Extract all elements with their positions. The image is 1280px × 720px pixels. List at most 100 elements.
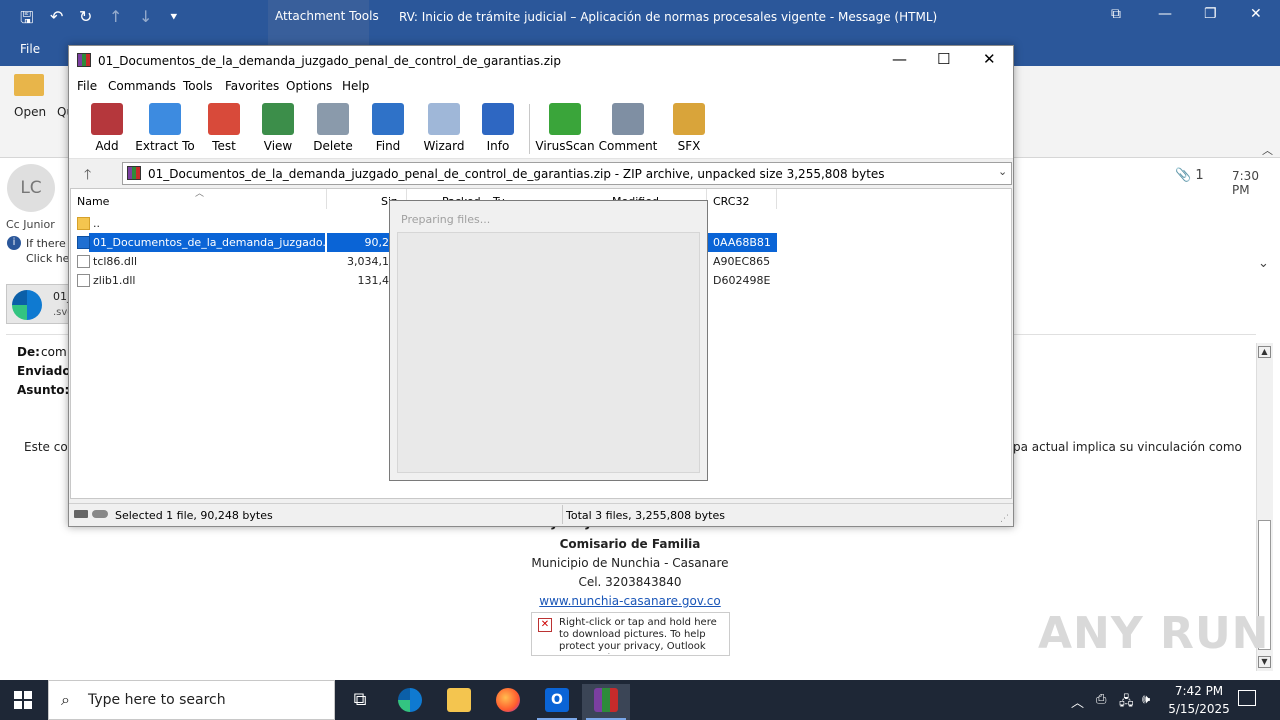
toolbar-label: Test — [212, 139, 236, 153]
cc-line: Cc Junior — [6, 218, 55, 231]
winrar-maximize-icon[interactable]: ☐ — [937, 50, 950, 68]
customize-qat-icon[interactable]: ⯆ — [169, 10, 179, 25]
dll-file-icon — [77, 274, 90, 287]
resize-grip-icon[interactable]: ⋰ — [1000, 514, 1009, 524]
scroll-up-icon[interactable]: ▲ — [1258, 346, 1271, 358]
toolbar-label: Extract To — [135, 139, 195, 153]
toolbar-view-button[interactable]: View — [248, 100, 308, 156]
ribbon-display-icon[interactable]: ⧉ — [1111, 6, 1121, 22]
toolbar-label: Delete — [313, 139, 353, 153]
edge-icon — [398, 688, 422, 712]
minimize-icon[interactable]: — — [1158, 6, 1172, 22]
sent-label: Enviado: — [17, 364, 76, 378]
menu-options[interactable]: Options — [286, 79, 332, 93]
menu-help[interactable]: Help — [342, 79, 369, 93]
from-label: De: — [17, 345, 40, 359]
winrar-title: 01_Documentos_de_la_demanda_juzgado_pena… — [98, 54, 561, 68]
dll-file-icon — [77, 255, 90, 268]
taskbar-edge[interactable] — [386, 684, 434, 720]
key-icon[interactable] — [92, 510, 108, 518]
up-one-level-icon[interactable]: 🡑 — [84, 164, 91, 188]
file-size: 3,034,1 — [347, 255, 389, 268]
toolbar-wizard-button[interactable]: Wizard — [414, 100, 474, 156]
toolbar-find-button[interactable]: Find — [358, 100, 418, 156]
toolbar-label: VirusScan — [535, 139, 595, 153]
device-icon[interactable]: ⎙ — [1096, 692, 1106, 707]
file-name: zlib1.dll — [93, 274, 136, 287]
open-folder-icon[interactable] — [14, 74, 44, 96]
taskbar-file-explorer[interactable] — [435, 684, 483, 720]
close-icon[interactable]: ✕ — [1250, 6, 1262, 22]
menu-favorites[interactable]: Favorites — [225, 79, 279, 93]
test-icon — [208, 103, 240, 135]
search-placeholder: Type here to search — [88, 692, 226, 708]
toolbar-separator — [529, 104, 530, 154]
windows-logo-pane — [24, 691, 32, 699]
info-bar-link[interactable]: Click her — [26, 252, 74, 265]
task-view-icon: ⧉ — [353, 689, 367, 710]
winrar-minimize-icon[interactable]: — — [892, 50, 907, 68]
toolbar-delete-button[interactable]: Delete — [303, 100, 363, 156]
task-view-button[interactable]: ⧉ — [336, 684, 384, 720]
toolbar-comment-button[interactable]: Comment — [598, 100, 658, 156]
clock-time[interactable]: 7:42 PM — [1170, 684, 1228, 698]
save-icon[interactable]: 🖫 — [20, 7, 34, 34]
taskbar-winrar[interactable] — [582, 684, 630, 720]
menu-commands[interactable]: Commands — [108, 79, 176, 93]
menu-tools[interactable]: Tools — [183, 79, 213, 93]
message-title: RV: Inicio de trámite judicial – Aplicac… — [399, 10, 938, 24]
column-header-name[interactable]: Name — [77, 195, 109, 208]
toolbar-extract-to-button[interactable]: Extract To — [135, 100, 195, 156]
expand-header-icon[interactable]: ⌄ — [1258, 256, 1269, 271]
taskbar-firefox[interactable] — [484, 684, 532, 720]
show-hidden-icons-icon[interactable]: ︿ — [1071, 692, 1084, 711]
start-button[interactable] — [14, 691, 32, 709]
collapse-ribbon-icon[interactable]: ︿ — [1262, 142, 1273, 158]
clock-date[interactable]: 5/15/2025 — [1166, 702, 1232, 716]
volume-icon[interactable]: 🕪 — [1142, 692, 1150, 707]
toolbar-add-button[interactable]: Add — [77, 100, 137, 156]
firefox-icon — [496, 688, 520, 712]
preparing-files-area — [397, 232, 700, 473]
signature-website-link[interactable]: www.nunchia-casanare.gov.co — [0, 594, 1260, 608]
file-crc32: 0AA68B81 — [713, 236, 771, 249]
status-selected: Selected 1 file, 90,248 bytes — [115, 509, 273, 522]
down-icon[interactable]: ↓ — [139, 7, 152, 26]
find-icon — [372, 103, 404, 135]
toolbar-label: SFX — [677, 139, 701, 153]
file-tab[interactable]: File — [20, 42, 40, 56]
toolbar-label: Add — [95, 139, 119, 153]
notification-icon[interactable] — [1238, 690, 1256, 706]
from-value: com — [41, 345, 67, 359]
paperclip-icon: 📎 1 — [1175, 168, 1204, 183]
column-header-crc32[interactable]: CRC32 — [713, 195, 749, 208]
redo-icon[interactable]: ↻ — [79, 7, 92, 26]
address-dropdown-icon[interactable]: ⌄ — [998, 165, 1007, 178]
open-button[interactable]: Open — [14, 105, 46, 119]
toolbar-info-button[interactable]: Info — [468, 100, 528, 156]
svg-file-icon — [77, 236, 90, 249]
file-size: 90,2 — [364, 236, 390, 249]
maximize-icon[interactable]: ❐ — [1204, 6, 1217, 22]
toolbar-virusscan-button[interactable]: VirusScan — [535, 100, 595, 156]
winrar-close-icon[interactable]: ✕ — [983, 50, 996, 68]
signature-role: Comisario de Familia — [559, 537, 701, 551]
winrar-app-icon — [77, 53, 91, 67]
up-icon[interactable]: ↑ — [109, 7, 122, 26]
undo-icon[interactable]: ↶ — [50, 7, 63, 26]
file-crc32: D602498E — [713, 274, 771, 287]
address-text: 01_Documentos_de_la_demanda_juzgado_pena… — [148, 167, 885, 181]
toolbar-sfx-button[interactable]: SFX — [659, 100, 719, 156]
windows-logo-pane — [24, 701, 32, 709]
toolbar-label: Info — [486, 139, 510, 153]
menu-file[interactable]: File — [77, 79, 97, 93]
column-divider — [326, 189, 327, 209]
signature-municipality: Municipio de Nunchia - Casanare — [531, 556, 729, 570]
network-icon[interactable]: 🖧 — [1119, 692, 1134, 714]
windows-logo-icon — [14, 691, 22, 699]
drive-icon[interactable] — [74, 510, 88, 518]
taskbar-outlook[interactable]: O — [533, 684, 581, 720]
file-name: tcl86.dll — [93, 255, 138, 268]
file-name: 01_Documentos_de_la_demanda_juzgado... — [93, 236, 325, 249]
toolbar-test-button[interactable]: Test — [194, 100, 254, 156]
